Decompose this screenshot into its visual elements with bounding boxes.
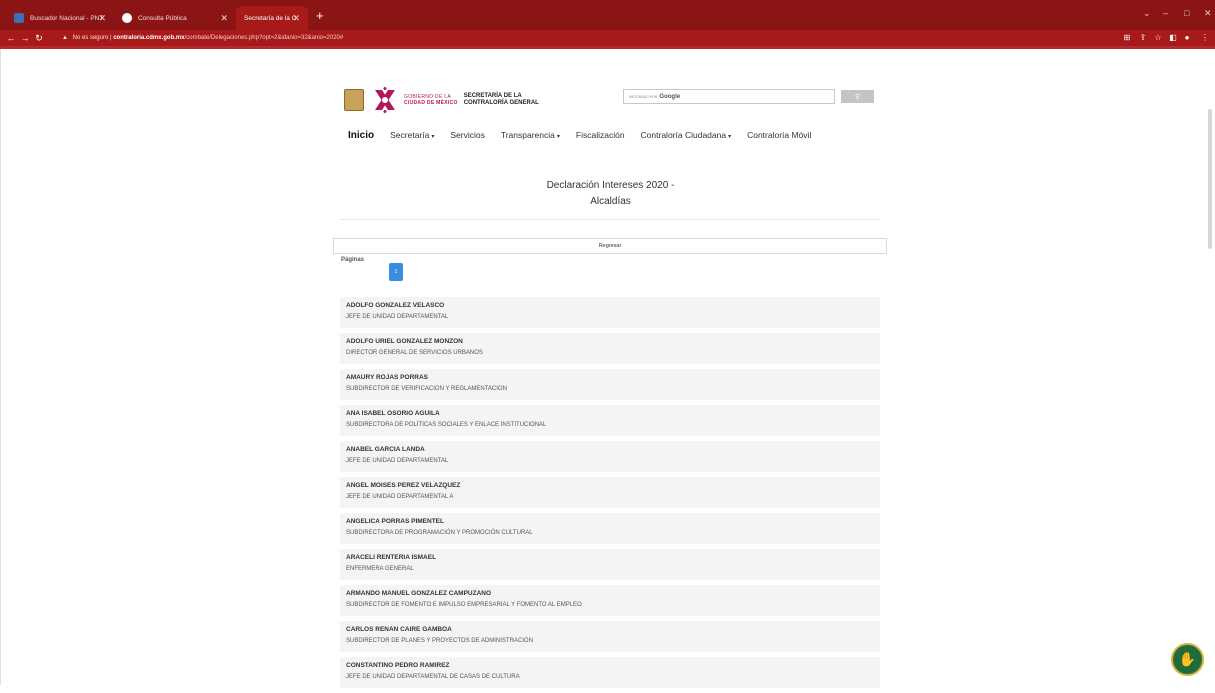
person-role: JEFE DE UNIDAD DEPARTAMENTAL A xyxy=(346,494,454,500)
secretaria-label: SECRETARÍA DE LA CONTRALORÍA GENERAL xyxy=(463,93,539,106)
caret-down-icon: ▾ xyxy=(556,134,560,140)
person-role: DIRECTOR GENERAL DE SERVICIOS URBANOS xyxy=(346,350,483,356)
pages-label: Páginas xyxy=(341,257,365,263)
list-item[interactable]: ARMANDO MANUEL GONZALEZ CAMPUZANO SUBDIRE… xyxy=(340,585,880,616)
page-subtitle: Alcaldías xyxy=(590,196,631,207)
tab-contraloria[interactable]: Secretaría de la Contraloría Gene ✕ xyxy=(236,6,308,30)
minimize-icon[interactable]: – xyxy=(1163,8,1168,18)
person-role: ENFERMERA GENERAL xyxy=(346,566,414,572)
cdmx-x-logo-icon xyxy=(375,87,395,113)
nav-item-transparencia[interactable]: Transparencia ▾ xyxy=(501,130,560,140)
site-search-input[interactable]: MEJORADO POR Google xyxy=(623,89,835,104)
insecure-label: No es seguro xyxy=(72,35,109,41)
profile-avatar-icon[interactable]: ● xyxy=(1181,31,1193,44)
site-logo[interactable]: GOBIERNO DE LA CIUDAD DE MÉXICO SECRETAR… xyxy=(344,87,539,113)
tab-title: Secretaría de la Contraloría Gene xyxy=(244,14,296,22)
menu-kebab-icon[interactable]: ⋮ xyxy=(1199,31,1211,44)
warning-icon[interactable]: ▲ xyxy=(62,35,68,41)
gobierno-cdmx-label: GOBIERNO DE LA CIUDAD DE MÉXICO xyxy=(404,94,458,106)
new-tab-button[interactable]: + xyxy=(316,9,324,22)
person-name[interactable]: ARMANDO MANUEL GONZALEZ CAMPUZANO xyxy=(346,590,874,598)
address-bar[interactable]: ▲ No es seguro | contraloria.cdmx.gob.mx… xyxy=(62,35,343,41)
nav-item-inicio[interactable]: Inicio xyxy=(348,130,374,141)
page-1-button[interactable]: 1 xyxy=(389,263,403,281)
nav-item-secretaria[interactable]: Secretaría ▾ xyxy=(390,130,434,140)
url-host: contraloria.cdmx.gob.mx xyxy=(113,35,185,41)
close-tab-icon[interactable]: ✕ xyxy=(292,13,300,24)
list-item[interactable]: ANA ISABEL OSORIO AGUILA SUBDIRECTORA DE … xyxy=(340,405,880,436)
person-role: SUBDIRECTOR DE FOMENTO E IMPULSO EMPRESA… xyxy=(346,602,582,608)
list-item[interactable]: ANGELICA PORRAS PIMENTEL SUBDIRECTORA DE … xyxy=(340,513,880,544)
nav-item-servicios[interactable]: Servicios xyxy=(450,130,484,140)
title-divider xyxy=(340,219,880,220)
person-name[interactable]: ANGELICA PORRAS PIMENTEL xyxy=(346,518,874,526)
person-name[interactable]: ANA ISABEL OSORIO AGUILA xyxy=(346,410,874,418)
list-item[interactable]: ADOLFO URIEL GONZALEZ MONZON DIRECTOR GEN… xyxy=(340,333,880,364)
globe-favicon-icon xyxy=(122,13,132,23)
nav-item-contraloria-ciudadana[interactable]: Contraloría Ciudadana ▾ xyxy=(641,130,732,140)
close-tab-icon[interactable]: ✕ xyxy=(220,13,228,24)
tab-title: Consulta Pública xyxy=(138,14,187,22)
scrollbar[interactable] xyxy=(1208,109,1212,249)
tab-buscador-nacional[interactable]: Buscador Nacional - PNT ✕ xyxy=(6,6,114,30)
bookmark-star-icon[interactable]: ☆ xyxy=(1152,31,1164,44)
regresar-button[interactable]: Regresar xyxy=(333,238,887,254)
person-name[interactable]: ADOLFO GONZALEZ VELASCO xyxy=(346,302,874,310)
close-tab-icon[interactable]: ✕ xyxy=(98,13,106,24)
person-name[interactable]: ADOLFO URIEL GONZALEZ MONZON xyxy=(346,338,874,346)
accessibility-widget-button[interactable]: ✋ xyxy=(1171,643,1204,676)
person-role: JEFE DE UNIDAD DEPARTAMENTAL xyxy=(346,458,449,464)
cdmx-shield-icon xyxy=(344,89,364,111)
person-name[interactable]: ANGEL MOISES PEREZ VELAZQUEZ xyxy=(346,482,874,490)
tab-consulta-publica[interactable]: Consulta Pública ✕ xyxy=(114,6,236,30)
person-role: SUBDIRECTORA DE PROGRAMACIÓN Y PROMOCIÓN… xyxy=(346,530,533,536)
tab-title: Buscador Nacional - PNT xyxy=(30,14,104,22)
url-path: /combate/Delegaciones.php?opt=2&idanio=3… xyxy=(184,35,344,41)
pnt-favicon-icon xyxy=(14,13,24,23)
caret-down-icon: ▾ xyxy=(728,134,732,140)
person-name[interactable]: AMAURY ROJAS PORRAS xyxy=(346,374,874,382)
list-item[interactable]: ANGEL MOISES PEREZ VELAZQUEZ JEFE DE UNID… xyxy=(340,477,880,508)
list-item[interactable]: ANABEL GARCIA LANDA JEFE DE UNIDAD DEPART… xyxy=(340,441,880,472)
nav-item-contraloria-movil[interactable]: Contraloría Móvil xyxy=(747,130,811,140)
list-item[interactable]: ARACELI RENTERIA ISMAEL ENFERMERA GENERAL xyxy=(340,549,880,580)
person-name[interactable]: ARACELI RENTERIA ISMAEL xyxy=(346,554,874,562)
reload-icon[interactable]: ↻ xyxy=(32,33,46,44)
person-role: JEFE DE UNIDAD DEPARTAMENTAL xyxy=(346,314,449,320)
maximize-icon[interactable]: □ xyxy=(1184,8,1189,18)
browser-tab-strip: Buscador Nacional - PNT ✕ Consulta Públi… xyxy=(0,0,1215,30)
search-button[interactable]: ⚲ xyxy=(841,90,874,103)
list-item[interactable]: AMAURY ROJAS PORRAS SUBDIRECTOR DE VERIFI… xyxy=(340,369,880,400)
person-name[interactable]: ANABEL GARCIA LANDA xyxy=(346,446,874,454)
list-item[interactable]: CONSTANTINO PEDRO RAMIREZ JEFE DE UNIDAD … xyxy=(340,657,880,688)
person-role: SUBDIRECTOR DE PLANES Y PROYECTOS DE ADM… xyxy=(346,638,533,644)
forward-arrow-icon[interactable]: → xyxy=(18,33,32,43)
translate-icon[interactable]: ⊞ xyxy=(1121,31,1133,44)
nav-item-fiscalizacion[interactable]: Fiscalización xyxy=(576,130,625,140)
search-icon: ⚲ xyxy=(854,93,861,101)
browser-toolbar: ← → ↻ ▲ No es seguro | contraloria.cdmx.… xyxy=(0,30,1215,46)
back-arrow-icon[interactable]: ← xyxy=(4,33,18,43)
main-navigation: Inicio Secretaría ▾ Servicios Transparenc… xyxy=(348,125,827,145)
person-role: JEFE DE UNIDAD DEPARTAMENTAL DE CASAS DE… xyxy=(346,674,520,680)
page-title: Declaración Intereses 2020 - xyxy=(546,180,675,191)
extension-icon[interactable]: ◧ xyxy=(1167,31,1179,44)
list-item[interactable]: CARLOS RENAN CAIRE GAMBOA SUBDIRECTOR DE … xyxy=(340,621,880,652)
person-name[interactable]: CONSTANTINO PEDRO RAMIREZ xyxy=(346,662,874,670)
close-window-icon[interactable]: ✕ xyxy=(1204,8,1212,19)
person-role: SUBDIRECTOR DE VERIFICACION Y REGLAMENTA… xyxy=(346,386,507,392)
list-item[interactable]: ADOLFO GONZALEZ VELASCO JEFE DE UNIDAD DE… xyxy=(340,297,880,328)
hand-icon: ✋ xyxy=(1178,651,1197,667)
people-list: ADOLFO GONZALEZ VELASCO JEFE DE UNIDAD DE… xyxy=(340,297,880,693)
tab-search-chevron-icon[interactable]: ⌄ xyxy=(1143,8,1151,19)
share-icon[interactable]: ⇪ xyxy=(1137,31,1149,44)
person-name[interactable]: CARLOS RENAN CAIRE GAMBOA xyxy=(346,626,874,634)
caret-down-icon: ▾ xyxy=(431,134,435,140)
person-role: SUBDIRECTORA DE POLÍTICAS SOCIALES Y ENL… xyxy=(346,422,547,428)
